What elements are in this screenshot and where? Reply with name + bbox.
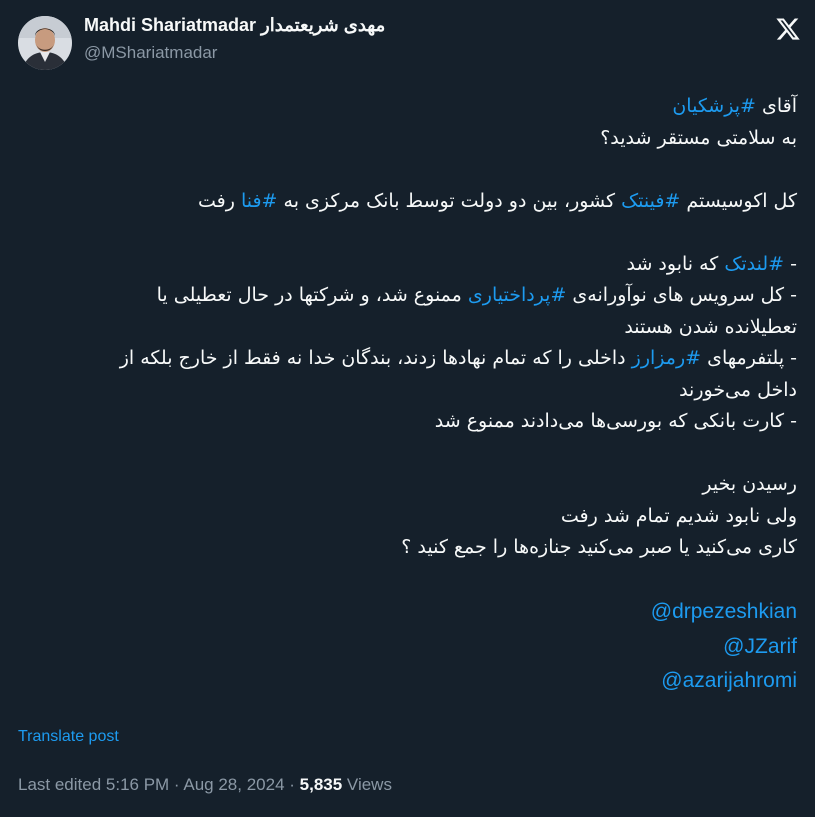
tweet-line: - کارت بانکی که بورسی‌ها می‌دادند ممنوع …	[434, 410, 797, 432]
line-break	[17, 564, 797, 596]
tweet-text-segment: کشور، بین دو دولت توسط بانک مرکزی به	[277, 189, 622, 212]
tweet-line: تعطیلانده شدن هستند	[624, 315, 797, 338]
tweet-text-segment: داخلی را که تمام نهادها زدند، بندگان خدا…	[119, 347, 632, 369]
views-label: Views	[342, 775, 392, 794]
tweet-text-segment: - پلتفرمهای	[701, 347, 797, 369]
tweet-line: - #لندتک که نابود شد	[17, 249, 797, 281]
author-display-name[interactable]: Mahdi Shariatmadar مهدی شریعتمدار	[84, 16, 385, 34]
tweet-line: کاری می‌کنید یا صبر می‌کنید جنازه‌ها را …	[401, 536, 797, 558]
tweet-text-segment: -	[784, 252, 797, 275]
tweet-text: آقای #پزشکیان به سلامتی مستقر شدید؟ کل ا…	[17, 91, 797, 699]
line-break	[17, 217, 797, 249]
author-block: Mahdi Shariatmadar مهدی شریعتمدار @MShar…	[84, 16, 385, 61]
tweet-line: - کل سرویس های نوآورانه‌ی #پرداختیاری مم…	[17, 280, 797, 312]
views-count: 5,835	[299, 775, 343, 794]
line-break	[17, 154, 797, 186]
mention-azarijahromi[interactable]: @azarijahromi	[17, 664, 797, 699]
tweet-text-segment: ممنوع شد، و شرکتها در حال تعطیلی یا	[156, 284, 468, 306]
tweet-line: ولی نابود شدیم تمام شد رفت	[560, 504, 797, 527]
hashtag-link[interactable]: #پرداختیاری	[468, 284, 566, 306]
line-break	[17, 438, 797, 470]
author-handle[interactable]: @MShariatmadar	[84, 44, 385, 61]
tweet-line: رسیدن بخیر	[702, 473, 797, 495]
edited-timestamp[interactable]: Last edited 5:16 PM · Aug 28, 2024 ·	[18, 775, 300, 794]
avatar-photo	[18, 16, 72, 70]
tweet-line: آقای #پزشکیان	[17, 91, 797, 123]
mention-jzarif[interactable]: @JZarif	[17, 630, 797, 665]
tweet-line: کل اکوسیستم #فینتک کشور، بین دو دولت توس…	[17, 186, 797, 218]
tweet-line: به سلامتی مستقر شدید؟	[600, 126, 797, 149]
hashtag-link[interactable]: #فینتک	[621, 190, 680, 212]
mention-drpezeshkian[interactable]: @drpezeshkian	[17, 595, 797, 630]
tweet-text-segment: که نابود شد	[626, 252, 725, 275]
tweet-text-segment: کل اکوسیستم	[680, 189, 797, 212]
hashtag-link[interactable]: #لندتک	[724, 253, 784, 275]
tweet-line: داخل می‌خورند	[679, 378, 797, 401]
tweet-text-segment: - کل سرویس های نوآورانه‌ی	[566, 284, 797, 306]
tweet-meta: Last edited 5:16 PM · Aug 28, 2024 · 5,8…	[18, 775, 392, 795]
hashtag-link[interactable]: #پزشکیان	[672, 95, 756, 117]
tweet-line: - پلتفرمهای #رمزارز داخلی را که تمام نها…	[17, 343, 797, 375]
avatar[interactable]	[18, 16, 72, 70]
hashtag-link[interactable]: #رمزارز	[632, 347, 701, 369]
tweet-text-segment: رفت	[197, 189, 241, 212]
x-logo-icon[interactable]	[775, 16, 801, 42]
translate-post-link[interactable]: Translate post	[18, 728, 119, 746]
tweet-text-segment: آقای	[755, 95, 797, 117]
tweet-card: Mahdi Shariatmadar مهدی شریعتمدار @MShar…	[0, 0, 815, 817]
hashtag-link[interactable]: #فنا	[241, 190, 278, 212]
